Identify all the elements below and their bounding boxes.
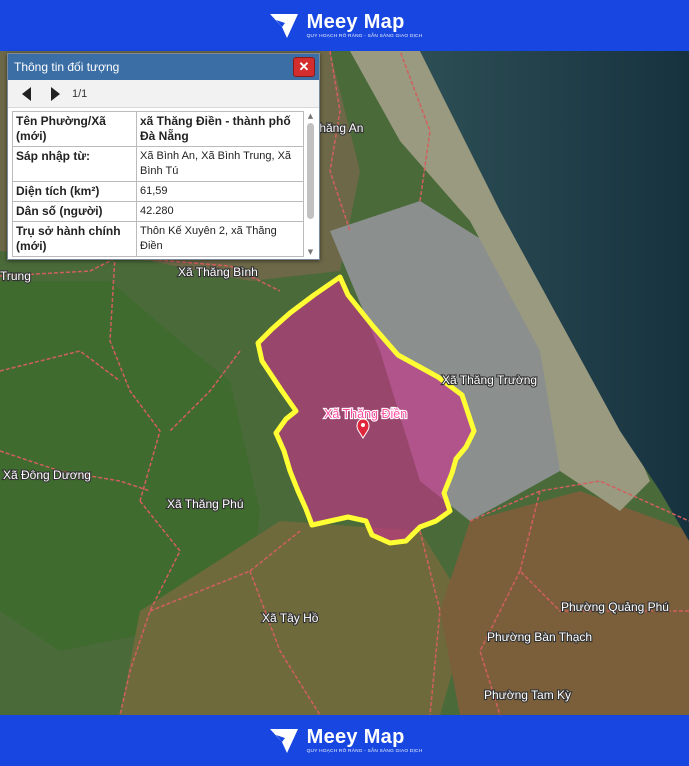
label-thang-dien: Xã Thăng Điền: [324, 407, 407, 421]
row-value: 61,59: [136, 181, 304, 202]
label-quang-phu: Phường Quảng Phú: [561, 600, 669, 614]
object-info-panel: Thông tin đối tượng ✕ 1/1 Tên Phường/Xã …: [7, 53, 320, 260]
brand-tagline: QUY HOẠCH RÕ RÀNG - SẴN SÀNG GIAO DỊCH: [306, 33, 423, 39]
page-indicator: 1/1: [72, 87, 88, 100]
table-row: Diện tích (km²) 61,59: [12, 181, 304, 202]
row-key: Tên Phường/Xã (mới): [12, 111, 137, 147]
label-trung: Trung: [0, 269, 31, 283]
label-thang-truong: Xã Thăng Trường: [442, 373, 537, 387]
table-row: Dân số (người) 42.280: [12, 201, 304, 222]
panel-title: Thông tin đối tượng: [14, 60, 120, 74]
row-key: Diện tích (km²): [12, 181, 137, 202]
row-key: Dân số (người): [12, 201, 137, 222]
close-button[interactable]: ✕: [293, 57, 315, 77]
brand-logo: Meey Map QUY HOẠCH RÕ RÀNG - SẴN SÀNG GI…: [267, 9, 423, 43]
label-thang-phu: Xã Thăng Phú: [167, 497, 244, 511]
row-key: Sáp nhập từ:: [12, 146, 137, 182]
row-value: xã Thăng Điền - thành phố Đà Nẵng: [136, 111, 304, 147]
panel-header: Thông tin đối tượng ✕: [8, 54, 319, 80]
table-row: Tên Phường/Xã (mới) xã Thăng Điền - thàn…: [12, 111, 304, 147]
scrollbar-thumb[interactable]: [307, 123, 314, 219]
label-dong-duong: Xã Đông Dương: [3, 468, 91, 482]
label-ban-thach: Phường Bàn Thạch: [487, 630, 592, 644]
info-table: Tên Phường/Xã (mới) xã Thăng Điền - thàn…: [12, 111, 304, 257]
meey-logo-icon: [269, 728, 298, 753]
arrow-left-icon: [22, 86, 31, 101]
meey-logo-icon: [269, 13, 298, 38]
row-value: Thôn Kế Xuyên 2, xã Thăng Điền: [136, 221, 304, 257]
prev-button[interactable]: [16, 83, 38, 105]
scroll-down-icon[interactable]: ▼: [305, 247, 316, 257]
info-table-container[interactable]: Tên Phường/Xã (mới) xã Thăng Điền - thàn…: [12, 111, 304, 257]
label-thang-binh: Xã Thăng Bình: [178, 265, 258, 279]
scroll-up-icon[interactable]: ▲: [305, 111, 316, 121]
table-row: Sáp nhập từ: Xã Bình An, Xã Bình Trung, …: [12, 146, 304, 182]
brand-name: Meey Map: [306, 10, 405, 33]
panel-pager: 1/1: [8, 80, 319, 108]
table-row: Trụ sở hành chính (mới) Thôn Kế Xuyên 2,…: [12, 221, 304, 257]
brand-tagline: QUY HOẠCH RÕ RÀNG - SẴN SÀNG GIAO DỊCH: [306, 748, 423, 754]
row-key: Trụ sở hành chính (mới): [12, 221, 137, 257]
row-value: Xã Bình An, Xã Bình Trung, Xã Bình Tú: [136, 146, 304, 182]
label-tay-ho: Xã Tây Hồ: [262, 611, 319, 625]
row-value: 42.280: [136, 201, 304, 222]
next-button[interactable]: [44, 83, 66, 105]
panel-scrollbar[interactable]: ▲ ▼: [305, 111, 316, 257]
bottom-brand-bar: Meey Map QUY HOẠCH RÕ RÀNG - SẴN SÀNG GI…: [0, 715, 689, 766]
arrow-right-icon: [51, 86, 60, 101]
label-tam-ky: Phường Tam Kỳ: [484, 688, 571, 702]
brand-name: Meey Map: [306, 725, 405, 748]
top-brand-bar: Meey Map QUY HOẠCH RÕ RÀNG - SẴN SÀNG GI…: [0, 0, 689, 51]
brand-logo-bottom: Meey Map QUY HOẠCH RÕ RÀNG - SẴN SÀNG GI…: [267, 724, 423, 758]
